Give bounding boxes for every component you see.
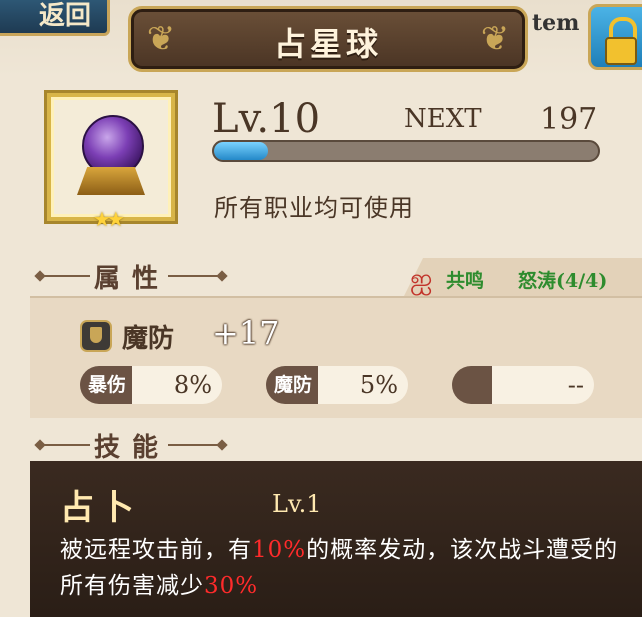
- title-plate: ❦ ❦ 占星球: [128, 6, 528, 72]
- skill-level: Lv.1: [272, 490, 322, 518]
- skill-highlight: 30%: [204, 573, 259, 599]
- section-title-skills: 技能: [94, 433, 171, 463]
- page-title: 占星球: [273, 25, 382, 63]
- skill-name: 占卜: [60, 488, 140, 528]
- sub-stat-chip: 魔防 5%: [266, 366, 408, 404]
- section-title-attributes: 属性: [94, 264, 171, 294]
- orb-stand-icon: [77, 167, 145, 195]
- item-level: Lv.10: [212, 96, 321, 142]
- resonance-skill: 怒涛(4/4): [518, 270, 608, 292]
- exp-bar: [212, 140, 600, 162]
- item-tag: tem: [532, 10, 580, 36]
- sub-stat-chip: --: [452, 366, 594, 404]
- main-stat-value: +17: [212, 314, 280, 352]
- cloud-swirl-icon: ஐ: [410, 262, 433, 295]
- main-stat-name: 魔防: [122, 324, 175, 354]
- shield-icon: [80, 320, 112, 352]
- sub-stat-chip: 暴伤 8%: [80, 366, 222, 404]
- sub-stat-value: 5%: [318, 366, 408, 404]
- sub-stat-value: --: [492, 366, 594, 404]
- next-exp-value: 197: [540, 102, 598, 137]
- lock-button[interactable]: [588, 4, 642, 70]
- back-button[interactable]: 返回: [0, 0, 110, 36]
- item-icon-frame: [47, 93, 175, 221]
- usable-text: 所有职业均可使用: [214, 194, 414, 222]
- rarity-stars: ★★: [93, 207, 125, 231]
- sub-stat-name: 魔防: [266, 366, 319, 404]
- next-label: NEXT: [404, 104, 482, 134]
- sub-stat-name: [452, 366, 492, 404]
- sub-stat-name: 暴伤: [80, 366, 133, 404]
- skill-highlight: 10%: [252, 537, 307, 563]
- skill-description: 被远程攻击前，有10%的概率发动，该次战斗遭受的所有伤害减少30%: [60, 537, 619, 599]
- exp-bar-fill: [214, 142, 268, 160]
- resonance-label: 共鸣: [446, 270, 485, 292]
- sub-stat-value: 8%: [132, 366, 222, 404]
